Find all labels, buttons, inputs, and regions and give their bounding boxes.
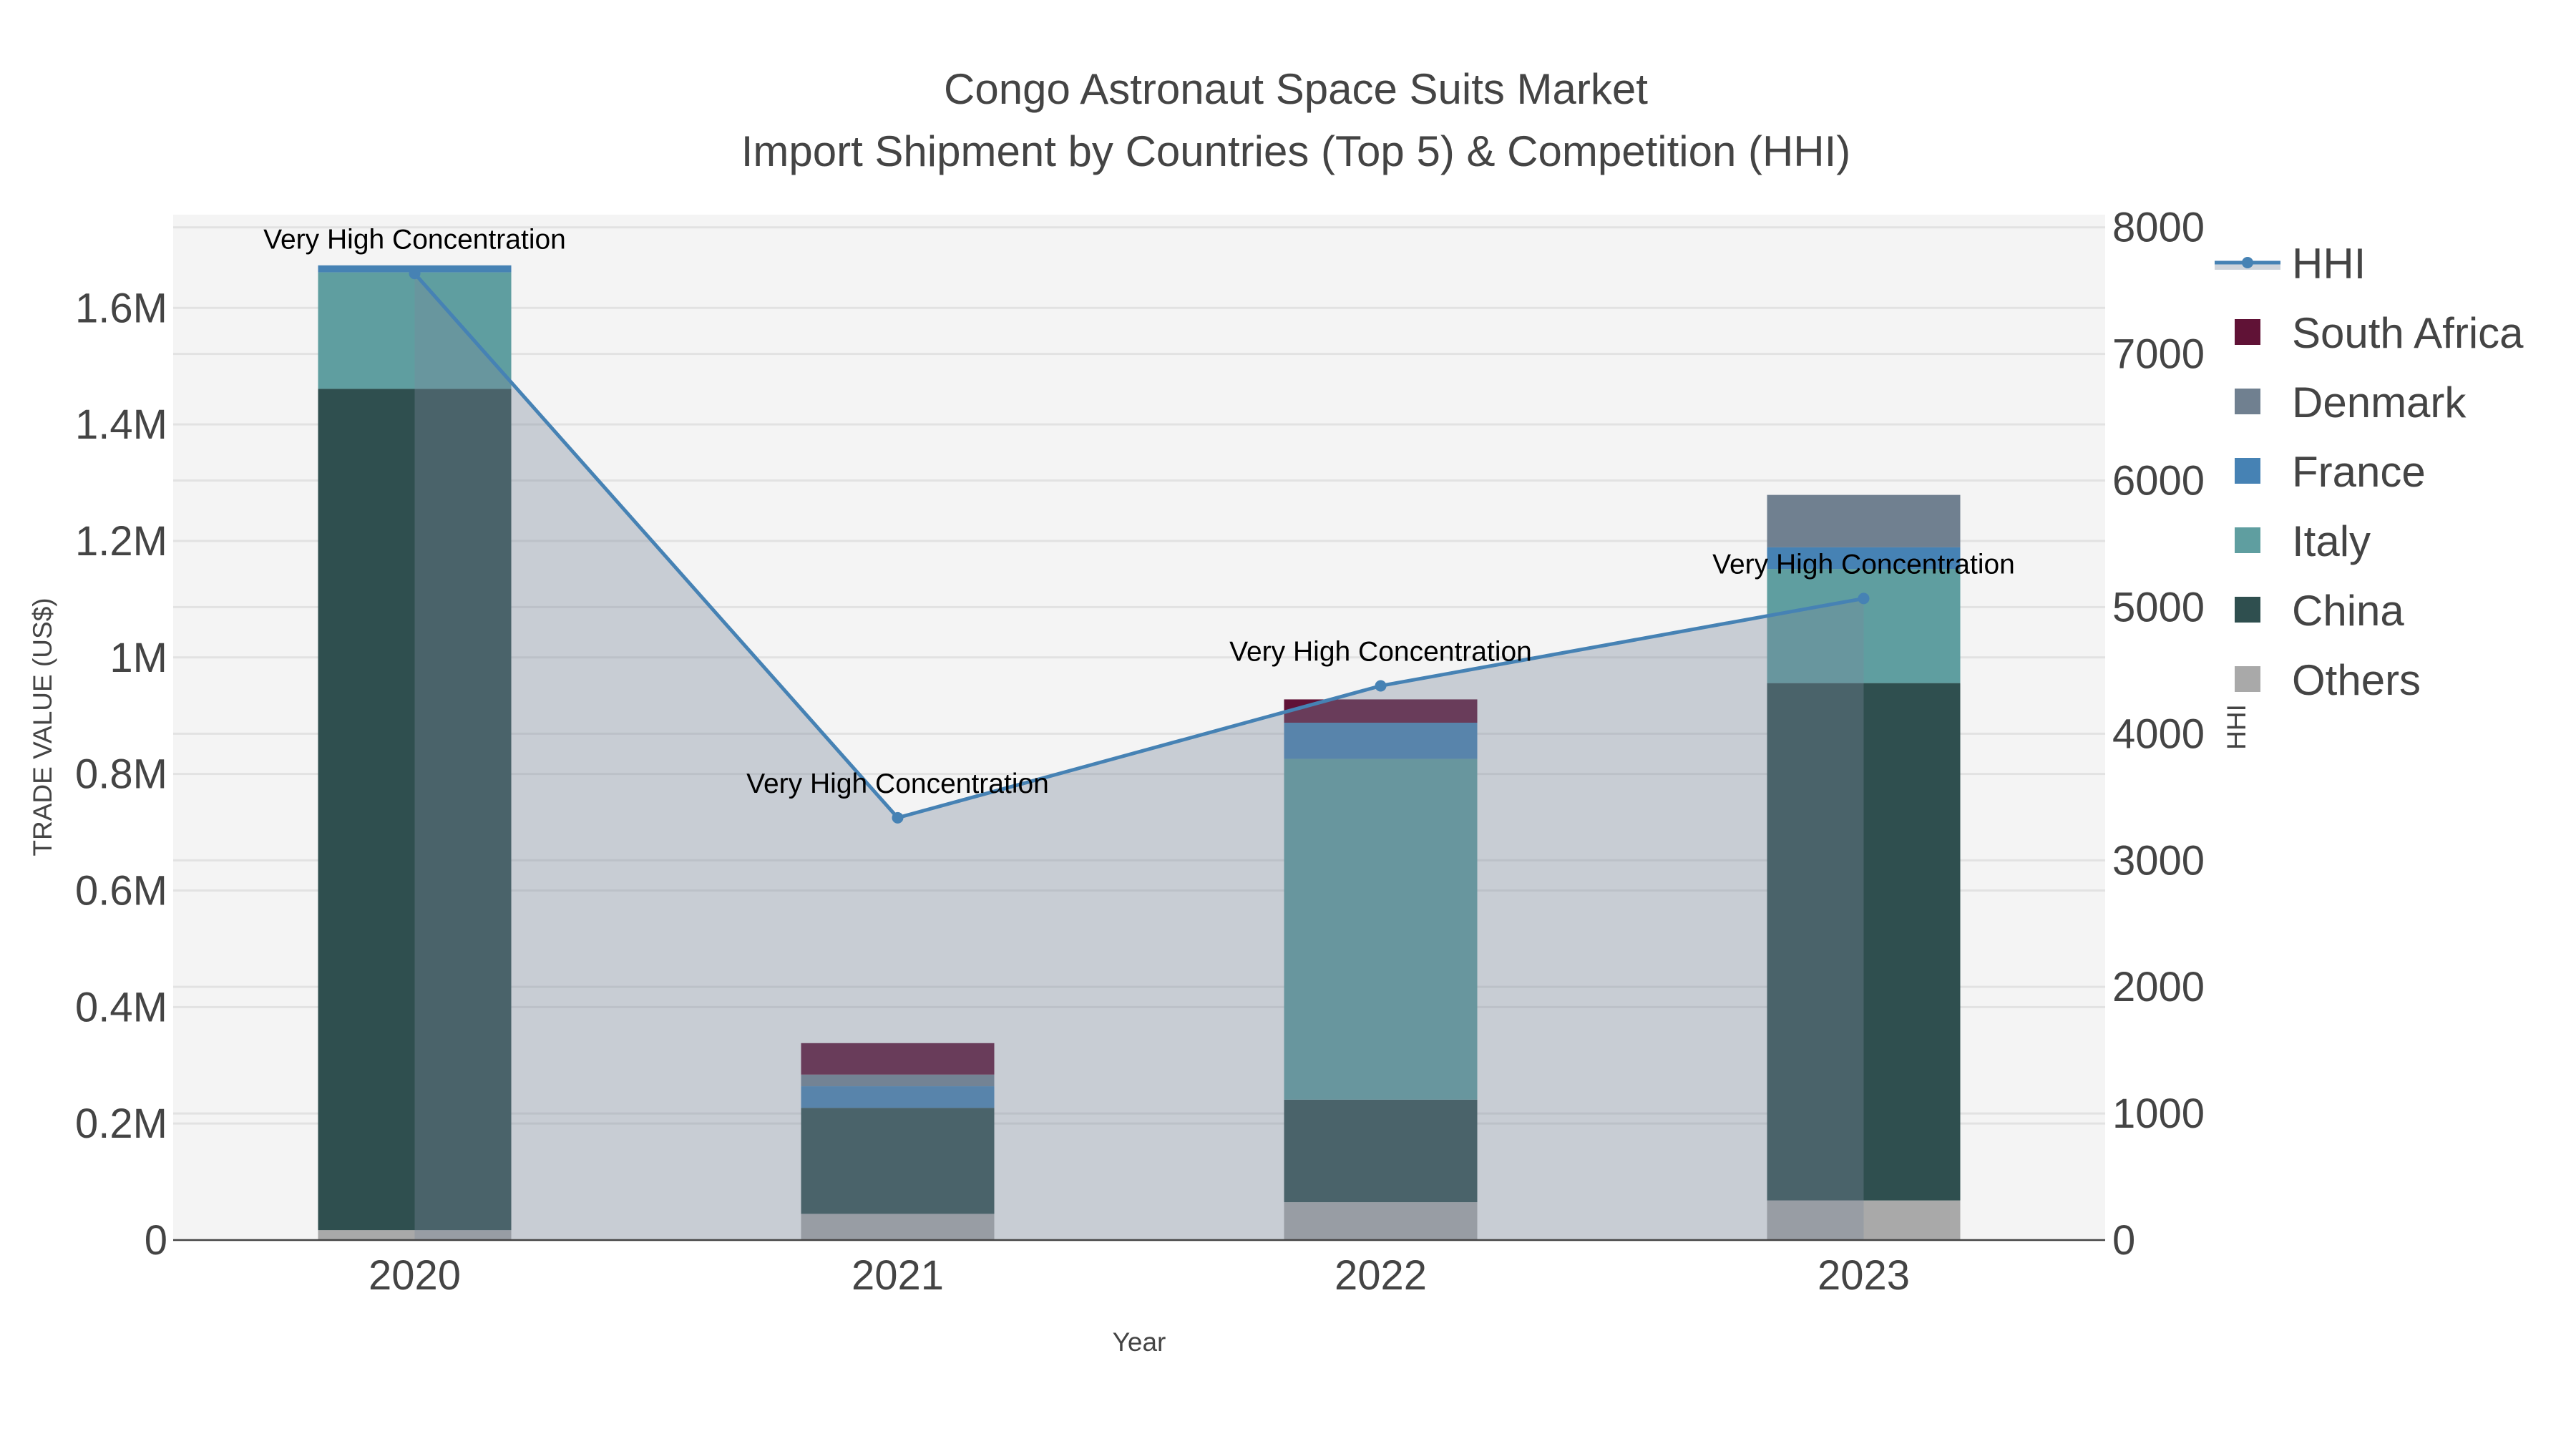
hhi-annotation: Very High Concentration <box>1229 636 1532 667</box>
y2-axis-ticks: 0 1000 2000 3000 4000 5000 6000 7000 8000 <box>2112 205 2205 1264</box>
hhi-point-2021 <box>892 811 904 824</box>
legend-label: South Africa <box>2292 309 2524 357</box>
legend-label: HHI <box>2292 240 2366 288</box>
y2-tick-label: 7000 <box>2112 331 2205 378</box>
hhi-annotation: Very High Concentration <box>1712 549 2015 580</box>
x-axis-title: Year <box>1113 1327 1166 1357</box>
y-tick-label: 1M <box>109 635 167 681</box>
x-tick-label: 2022 <box>1335 1252 1427 1299</box>
legend-swatch <box>2235 527 2260 553</box>
y-tick-label: 0.6M <box>75 867 167 914</box>
x-tick-label: 2020 <box>369 1252 461 1299</box>
hhi-point-2022 <box>1375 680 1387 692</box>
x-axis-ticks: 2020 2021 2022 2023 <box>369 1252 1910 1299</box>
y2-tick-label: 3000 <box>2112 837 2205 884</box>
y2-tick-label: 0 <box>2112 1217 2135 1264</box>
y-axis-title: TRADE VALUE (US$) <box>28 597 57 856</box>
legend-swatch <box>2235 319 2260 345</box>
y-tick-label: 0.8M <box>75 751 167 798</box>
legend-item-south-africa: South Africa <box>2235 309 2524 357</box>
legend-item-china: China <box>2235 587 2404 635</box>
legend-item-denmark: Denmark <box>2235 379 2467 426</box>
legend-label: Denmark <box>2292 379 2467 426</box>
y-tick-label: 1.2M <box>75 518 167 565</box>
y2-tick-label: 5000 <box>2112 584 2205 630</box>
legend-swatch-hhi-marker <box>2242 257 2253 268</box>
chart: Very High Concentration Very High Concent… <box>28 65 2524 1357</box>
legend-label: France <box>2292 448 2426 496</box>
y2-tick-label: 8000 <box>2112 205 2205 251</box>
hhi-point-2020 <box>409 268 421 280</box>
legend-item-others: Others <box>2235 656 2421 704</box>
y-tick-label: 0.2M <box>75 1101 167 1147</box>
x-tick-label: 2021 <box>852 1252 944 1299</box>
y-tick-label: 1.6M <box>75 285 167 331</box>
legend-swatch <box>2235 458 2260 484</box>
legend-swatch <box>2235 666 2260 692</box>
bar-denmark-2023 <box>1767 494 1961 547</box>
y2-tick-label: 1000 <box>2112 1091 2205 1137</box>
legend-item-hhi: HHI <box>2215 240 2366 288</box>
y2-axis-title: HHI <box>2222 704 2251 750</box>
chart-title-line2: Import Shipment by Countries (Top 5) & C… <box>741 127 1851 175</box>
legend-item-france: France <box>2235 448 2426 496</box>
x-tick-label: 2023 <box>1818 1252 1910 1299</box>
y-tick-label: 0 <box>145 1217 167 1264</box>
y-tick-label: 1.4M <box>75 401 167 448</box>
legend-swatch <box>2235 597 2260 623</box>
y2-tick-label: 6000 <box>2112 458 2205 504</box>
y2-tick-label: 4000 <box>2112 711 2205 757</box>
chart-title-line1: Congo Astronaut Space Suits Market <box>944 65 1648 113</box>
legend-item-italy: Italy <box>2235 517 2371 565</box>
legend-label: China <box>2292 587 2404 635</box>
y-axis-ticks: 0 0.2M 0.4M 0.6M 0.8M 1M 1.2M 1.4M 1.6M <box>75 285 167 1264</box>
hhi-annotation: Very High Concentration <box>746 769 1049 799</box>
legend: HHI South Africa Denmark France Italy China Ot… <box>2215 240 2524 704</box>
hhi-point-2023 <box>1858 592 1870 605</box>
y2-tick-label: 2000 <box>2112 964 2205 1010</box>
legend-label: Italy <box>2292 517 2371 565</box>
y-tick-label: 0.4M <box>75 984 167 1030</box>
legend-swatch <box>2235 389 2260 414</box>
legend-label: Others <box>2292 656 2421 704</box>
hhi-annotation: Very High Concentration <box>263 224 566 255</box>
